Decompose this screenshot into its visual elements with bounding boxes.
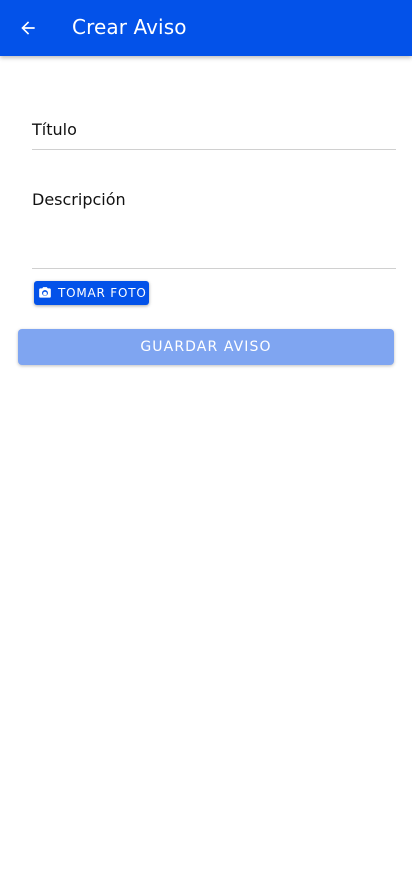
arrow-back-icon (21, 21, 35, 35)
title-field[interactable]: Título (32, 120, 396, 150)
take-photo-label: TOMAR FOTO (58, 286, 147, 300)
app-bar: Crear Aviso (0, 0, 412, 56)
take-photo-button[interactable]: TOMAR FOTO (34, 281, 149, 305)
description-input[interactable] (32, 190, 396, 268)
description-field[interactable]: Descripción (32, 190, 396, 269)
camera-icon (38, 286, 52, 300)
save-notice-button[interactable]: GUARDAR AVISO (18, 329, 394, 365)
title-input[interactable] (32, 120, 396, 149)
back-button[interactable] (0, 0, 56, 56)
page-title: Crear Aviso (72, 15, 187, 39)
